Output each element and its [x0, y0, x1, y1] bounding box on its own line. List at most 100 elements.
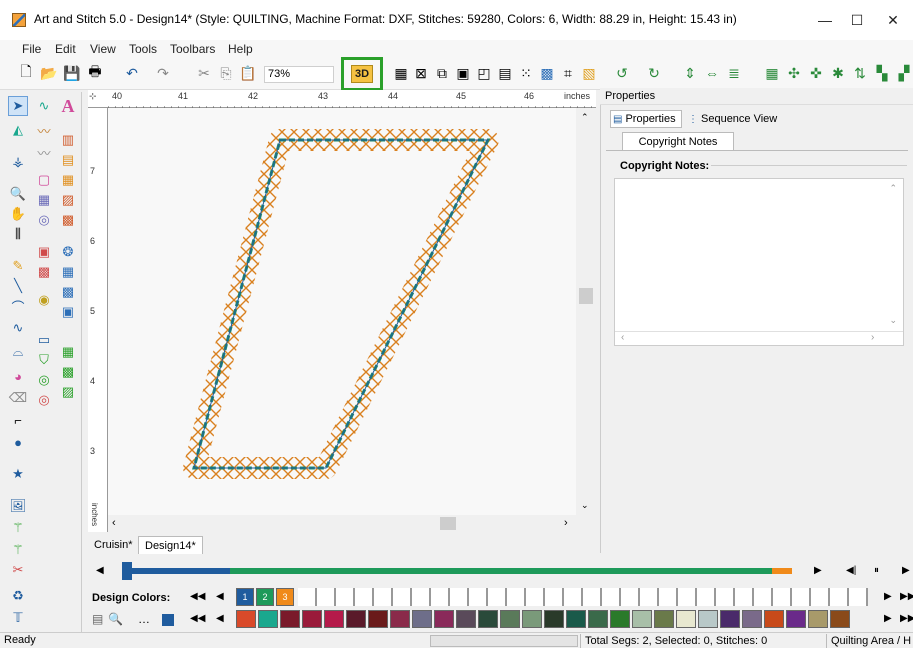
fill-yellow-icon[interactable]: ▤ [58, 150, 78, 170]
ungroup-icon[interactable]: ▞ [894, 63, 913, 83]
center-icon[interactable]: ✜ [806, 63, 826, 83]
design-color-2[interactable]: 2 [256, 588, 274, 606]
palette-swatch[interactable] [302, 610, 322, 628]
menu-file[interactable]: File [22, 42, 41, 56]
palette-swatch[interactable] [588, 610, 608, 628]
palette-swatch[interactable] [390, 610, 410, 628]
design-color-1[interactable]: 1 [236, 588, 254, 606]
scroll-left-icon[interactable]: ‹ [621, 332, 624, 343]
paste-icon[interactable]: 📋 [238, 63, 258, 83]
menu-toolbars[interactable]: Toolbars [170, 42, 215, 56]
fill-cross-icon[interactable]: ▩ [58, 210, 78, 230]
palette-swatch[interactable] [478, 610, 498, 628]
motif2-icon[interactable]: ▦ [58, 262, 78, 282]
undo-icon[interactable]: ↶ [122, 63, 142, 83]
motif-icon[interactable]: ❂ [58, 242, 78, 262]
shape-grid-icon[interactable]: ▦ [34, 190, 54, 210]
group-icon[interactable]: ▚ [872, 63, 892, 83]
circle-tool-icon[interactable]: ● [8, 432, 28, 452]
notes-hscroll[interactable]: ‹ › [615, 331, 903, 345]
scroll-up-icon[interactable]: ⌃ [889, 183, 897, 194]
align-icon[interactable]: ≣ [724, 63, 744, 83]
empty-color-slots[interactable] [298, 588, 868, 606]
tab-design14[interactable]: Design14* [138, 536, 203, 554]
text-a-icon[interactable]: A [58, 96, 78, 116]
menu-help[interactable]: Help [228, 42, 253, 56]
hoop-icon[interactable]: ▣ [453, 63, 473, 83]
wand2-icon[interactable]: ⚚ [8, 540, 28, 560]
fill-diag-icon[interactable]: ▨ [58, 190, 78, 210]
stamp-icon[interactable]: ♻ [8, 586, 28, 606]
play-forward-icon[interactable]: ▶ [814, 565, 822, 576]
pause-icon[interactable]: ⏸ [874, 565, 879, 576]
tab-copyright-notes[interactable]: Copyright Notes [622, 132, 734, 150]
minimize-button[interactable]: — [808, 6, 842, 34]
palette-icon[interactable]: ▤ [92, 612, 103, 626]
scroll-up-icon[interactable]: ⌃ [581, 112, 589, 123]
dots-grid-icon[interactable]: ⁙ [516, 63, 536, 83]
palette-swatch[interactable] [434, 610, 454, 628]
palette-swatch[interactable] [698, 610, 718, 628]
line-tool-icon[interactable]: ╲ [8, 276, 28, 296]
green-pattern-icon[interactable]: ▨ [58, 382, 78, 402]
pointer-tool-icon[interactable]: ➤ [8, 96, 28, 116]
palette-swatch[interactable] [676, 610, 696, 628]
image-tool-icon[interactable]: 🖼 [8, 496, 28, 516]
motif4-icon[interactable]: ▣ [58, 302, 78, 322]
arch-tool-icon[interactable]: ⌓ [8, 342, 28, 362]
progress-track[interactable] [122, 568, 792, 574]
progress-handle[interactable] [122, 562, 132, 580]
pencil-icon[interactable]: ✎ [8, 256, 28, 276]
current-color-icon[interactable] [162, 614, 174, 626]
palette-swatch[interactable] [412, 610, 432, 628]
motif3-icon[interactable]: ▩ [58, 282, 78, 302]
text-tool-icon[interactable]: 𝕋 [8, 608, 28, 628]
palette-swatch[interactable] [720, 610, 740, 628]
palette-swatch[interactable] [742, 610, 762, 628]
fill-grid-icon[interactable]: ▦ [58, 170, 78, 190]
palette-last-icon[interactable]: ▶▶ [900, 613, 913, 624]
tab-cruisin[interactable]: Cruisin* [88, 536, 139, 554]
select-frame-icon[interactable]: ▧ [579, 63, 599, 83]
scroll-thumb[interactable] [440, 517, 456, 530]
design-color-3[interactable]: 3 [276, 588, 294, 606]
hand-pan-icon[interactable]: ✋ [8, 204, 28, 224]
zoom-field[interactable]: 73% [264, 66, 334, 83]
measure-icon[interactable]: ⫼ [8, 224, 28, 244]
more-icon[interactable]: … [138, 612, 150, 626]
scroll-first-icon[interactable]: ◀◀ [190, 591, 205, 602]
zoom-icon[interactable]: 🔍 [8, 184, 28, 204]
scroll-right-icon[interactable]: › [871, 332, 874, 343]
palette-swatch[interactable] [808, 610, 828, 628]
eraser-icon[interactable]: ⌫ [8, 388, 28, 408]
palette-swatch[interactable] [346, 610, 366, 628]
freehand-icon[interactable]: ∿ [34, 96, 54, 116]
scissors-tool-icon[interactable]: ✂ [8, 560, 28, 580]
node-edit-icon[interactable]: ⌐ [8, 410, 28, 430]
maximize-button[interactable]: ☐ [840, 6, 874, 34]
node-icon[interactable]: ◉ [34, 290, 54, 310]
window-icon[interactable]: ◰ [474, 63, 494, 83]
cut-icon[interactable]: ✂ [194, 63, 214, 83]
play-back-icon[interactable]: ◀ [96, 565, 104, 576]
nodes-icon[interactable]: ⌗ [558, 63, 578, 83]
star-icon[interactable]: ✱ [828, 63, 848, 83]
palette-swatch[interactable] [610, 610, 630, 628]
scribble2-icon[interactable]: 〰 [34, 142, 54, 162]
close-button[interactable]: ✕ [876, 6, 910, 34]
tab-sequence-view[interactable]: ⋮ Sequence View [688, 110, 777, 128]
scatter-icon[interactable]: ✣ [784, 63, 804, 83]
copy-icon[interactable]: ⎘ [216, 63, 236, 83]
palette-swatch[interactable] [368, 610, 388, 628]
scroll-right-icon[interactable]: › [564, 517, 568, 529]
stitch-tool-icon[interactable]: ⚶ [8, 152, 28, 172]
vertical-scrollbar[interactable]: ⌃ ⌄ [576, 108, 596, 515]
shape-rect-icon[interactable]: ▢ [34, 170, 54, 190]
palette-swatch[interactable] [544, 610, 564, 628]
palette-swatch[interactable] [456, 610, 476, 628]
palette-swatch[interactable] [632, 610, 652, 628]
tab-properties[interactable]: ▤ Properties [610, 110, 682, 128]
redo-icon[interactable]: ↷ [153, 63, 173, 83]
scroll-thumb[interactable] [579, 288, 593, 304]
wand-icon[interactable]: ⚚ [8, 518, 28, 538]
